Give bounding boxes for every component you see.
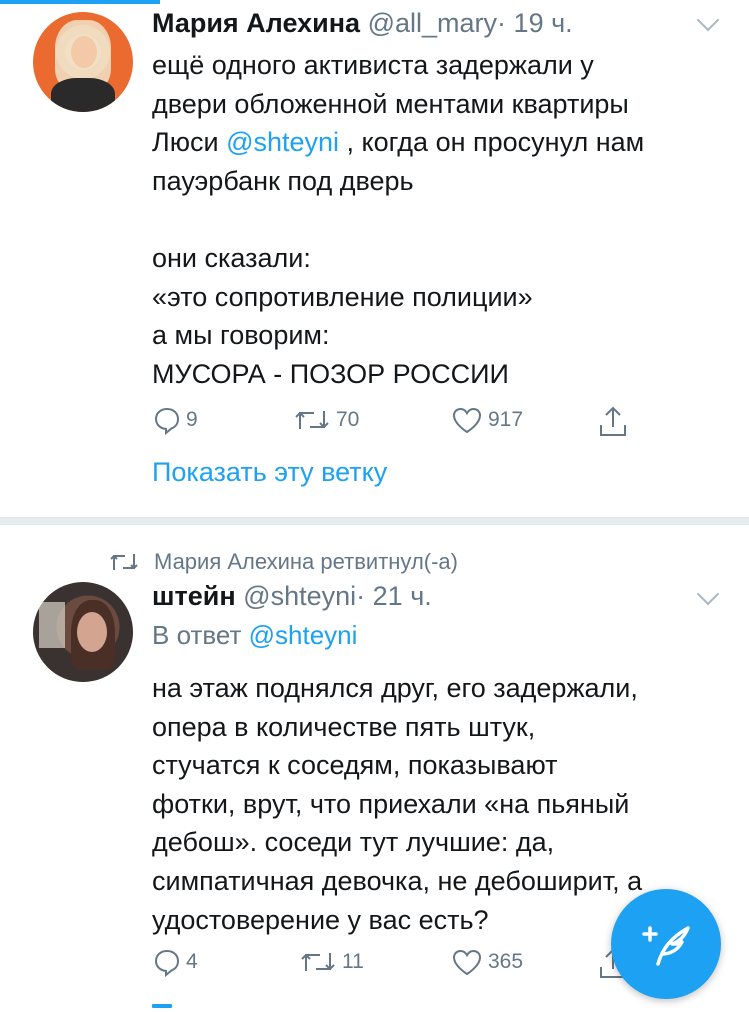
reply-button[interactable]: 9: [152, 405, 198, 435]
tweet-actions: 9 70 917: [152, 405, 672, 439]
heart-icon: [452, 407, 482, 434]
mention-link[interactable]: @shteyni: [226, 127, 339, 157]
show-thread-link[interactable]: Показать эту ветку: [152, 457, 387, 488]
reply-icon: [154, 949, 180, 977]
retweet-icon: [301, 953, 335, 971]
like-count: 365: [488, 950, 524, 973]
chevron-down-icon[interactable]: [696, 582, 720, 606]
tweet-text: ещё одного активиста задержали у двери о…: [152, 50, 645, 389]
timestamp[interactable]: 21 ч.: [373, 581, 432, 611]
reply-count: 4: [186, 950, 198, 973]
retweet-context: Мария Алехина ретвитнул(-а): [108, 549, 458, 575]
retweet-icon: [110, 554, 138, 570]
tweet-header[interactable]: штейн @shteyni· 21 ч.: [152, 581, 432, 612]
timestamp[interactable]: 19 ч.: [514, 8, 573, 38]
retweet-count: 11: [342, 950, 364, 973]
reply-context: В ответ @shteyni: [152, 620, 358, 650]
reply-icon: [154, 407, 180, 435]
reply-mention-link[interactable]: @shteyni: [249, 620, 358, 650]
tweet-header[interactable]: Мария Алехина @all_mary· 19 ч.: [152, 8, 573, 39]
reply-button[interactable]: 4: [152, 947, 198, 977]
heart-icon: [452, 949, 482, 976]
reply-count: 9: [186, 408, 198, 431]
author-name[interactable]: Мария Алехина: [152, 8, 360, 38]
loading-progress-bar: [0, 0, 160, 4]
retweet-button[interactable]: 70: [292, 405, 359, 435]
share-icon: [600, 406, 626, 436]
like-count: 917: [488, 408, 524, 431]
author-handle[interactable]: @shteyni: [243, 581, 356, 611]
show-thread-link-partial[interactable]: [152, 1004, 172, 1008]
retweet-count: 70: [336, 408, 360, 431]
tweet-actions: 4 11 365: [152, 947, 672, 981]
avatar[interactable]: [33, 12, 133, 112]
compose-feather-icon: [642, 926, 690, 966]
separator: ·: [497, 8, 507, 38]
author-name[interactable]: штейн: [152, 581, 236, 611]
author-handle[interactable]: @all_mary: [368, 8, 497, 38]
separator: ·: [356, 581, 366, 611]
share-button[interactable]: [596, 405, 630, 439]
retweet-icon: [295, 411, 329, 429]
chevron-down-icon[interactable]: [696, 8, 720, 32]
compose-tweet-button[interactable]: [611, 889, 721, 999]
avatar[interactable]: [33, 582, 133, 682]
like-button[interactable]: 917: [450, 405, 523, 435]
like-button[interactable]: 365: [450, 947, 523, 977]
retweeted-by-label[interactable]: Мария Алехина ретвитнул(-а): [154, 549, 458, 575]
retweet-button[interactable]: 11: [298, 947, 364, 977]
tweet-divider: [0, 517, 749, 525]
